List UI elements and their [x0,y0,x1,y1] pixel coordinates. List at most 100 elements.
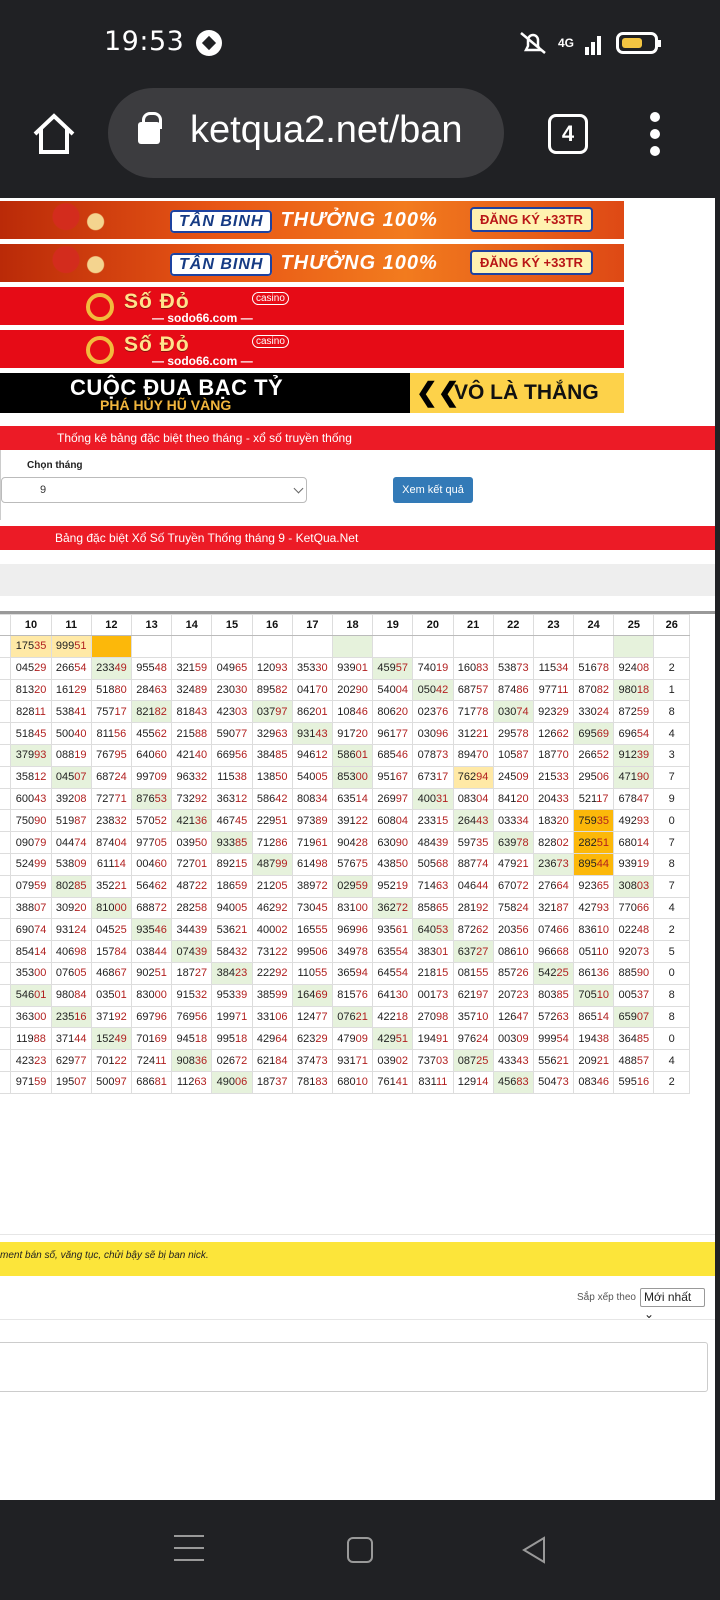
table-cell: 76294 [452,765,494,789]
table-cell: 42136 [171,809,213,833]
table-cell: 86201 [291,700,333,724]
back-icon[interactable] [520,1535,548,1565]
table-cell: 37473 [291,1049,333,1072]
table-cell [412,635,454,658]
column-header: 14 [171,614,213,636]
comment-rules-notice: ment bán số, văng tục, chửi bậy sẽ bị ba… [0,1242,715,1276]
table-header-row: 91011121314151617181920212223242526 [0,614,690,636]
table-cell: 54601 [10,983,52,1007]
table-cell: 64130 [372,983,414,1007]
url-text[interactable]: ketqua2.net/ban [190,109,490,152]
sort-area: Sắp xếp theo Mới nhất ⌄ [0,1280,715,1321]
ad-banner-promo-1[interactable]: TÂN BINH THƯỞNG 100% ĐĂNG KÝ +33TR [0,201,624,239]
table-cell: 32187 [532,896,575,920]
table-cell: 04965 [211,656,253,680]
home-icon[interactable] [30,110,78,158]
table-cell: 0 [653,809,690,833]
table-cell: 22292 [251,961,293,985]
status-icons: 4G [518,30,661,56]
table-cell: 12647 [492,1005,534,1029]
table-cell: 67072 [492,874,534,898]
table-cell [251,635,293,658]
comment-input[interactable] [0,1342,708,1392]
ad-race-cta-text: VÔ LÀ THẮNG [454,381,599,404]
table-cell: 63727 [452,940,494,963]
table-cell: 42303 [211,700,253,724]
table-cell: 30920 [50,896,92,920]
table-cell [452,635,494,658]
table-cell: 23030 [211,678,253,702]
recents-icon[interactable] [174,1535,204,1563]
table-cell: 97705 [130,831,173,854]
table-cell: 90251 [130,961,173,985]
table-cell: 85865 [412,896,454,920]
table-cell: 63090 [372,831,414,854]
ad-sodo-casino: casino [252,335,289,348]
table-cell: 21205 [251,874,293,898]
table-cell: 3 [653,743,690,767]
table-cell: 04525 [90,918,133,942]
table-cell: 37192 [90,1005,133,1029]
home-nav-icon[interactable] [347,1537,373,1563]
overflow-menu-icon[interactable] [650,112,664,158]
month-select[interactable]: 9 [1,477,307,503]
table-cell: 23673 [532,852,575,876]
table-cell: 93901 [331,656,374,680]
table-cell: 68010 [331,1070,374,1094]
table-cell: 36300 [10,1005,52,1029]
table-cell: 35812 [10,765,52,789]
table-cell: 60804 [372,809,414,833]
table-cell: 46867 [90,961,133,985]
address-bar[interactable]: ketqua2.net/ban [108,88,504,178]
table-cell [653,635,690,658]
table-cell: 94612 [291,743,333,767]
table-cell: 2 [653,1070,690,1094]
table-cell [331,635,374,658]
table-cell: 83111 [412,1070,454,1094]
signal-icon [585,36,601,55]
table-cell: 70122 [90,1049,133,1072]
table-cell: 51678 [573,656,615,680]
tab-switcher-button[interactable]: 4 [548,114,588,154]
table-cell: 42140 [171,743,213,767]
ad-race-cta: ❮❮ VÔ LÀ THẮNG [410,373,624,413]
table-cell: 38807 [10,896,52,920]
table-cell: 94005 [211,896,253,920]
sort-select[interactable]: Mới nhất ⌄ [640,1288,705,1321]
table-cell: 93124 [50,918,92,942]
ad-banner-race[interactable]: CUỘC ĐUA BẠC TỶ PHÁ HỦY HŨ VÀNG ❮❮ VÔ LÀ… [0,373,624,413]
table-cell: 87262 [452,918,494,942]
table-cell: 03797 [251,700,293,724]
column-header: 18 [331,614,374,636]
table-cell: 15784 [90,940,133,963]
soccer-ball-icon [196,30,222,56]
table-cell: 12477 [291,1005,333,1029]
ad-banner-sodo-1[interactable]: Số Đỏ casino — sodo66.com — [0,287,624,325]
table-cell: 68872 [130,896,173,920]
table-cell: 02672 [211,1049,253,1072]
table-cell: 23516 [50,1005,92,1029]
table-cell: 48439 [412,831,454,854]
view-results-button[interactable]: Xem kết quả [393,477,473,503]
table-cell: 64554 [372,961,414,985]
table-cell: 07439 [171,940,213,963]
table-cell: 71961 [291,831,333,854]
table-cell: 35710 [452,1005,494,1029]
table-cell: 99518 [211,1027,253,1051]
ad-banner-sodo-2[interactable]: Số Đỏ casino — sodo66.com — [0,330,624,368]
column-header: 15 [211,614,253,636]
table-cell: 05110 [573,940,615,963]
table-cell: 02248 [613,918,655,942]
results-table-container[interactable]: 91011121314151617181920212223242526 9317… [0,611,715,1181]
ad-banner-promo-2[interactable]: TÂN BINH THƯỞNG 100% ĐĂNG KÝ +33TR [0,244,624,282]
table-cell: 64053 [412,918,454,942]
table-cell: 21815 [412,961,454,985]
table-cell: 12662 [532,722,575,745]
results-table: 91011121314151617181920212223242526 9317… [0,614,690,1094]
table-row: 0081320161295188028463324892303089582041… [0,678,690,702]
table-cell: 48722 [171,874,213,898]
divider [0,1234,715,1235]
table-cell: 88590 [613,961,655,985]
table-cell: 68014 [613,831,655,854]
column-header: 19 [372,614,414,636]
